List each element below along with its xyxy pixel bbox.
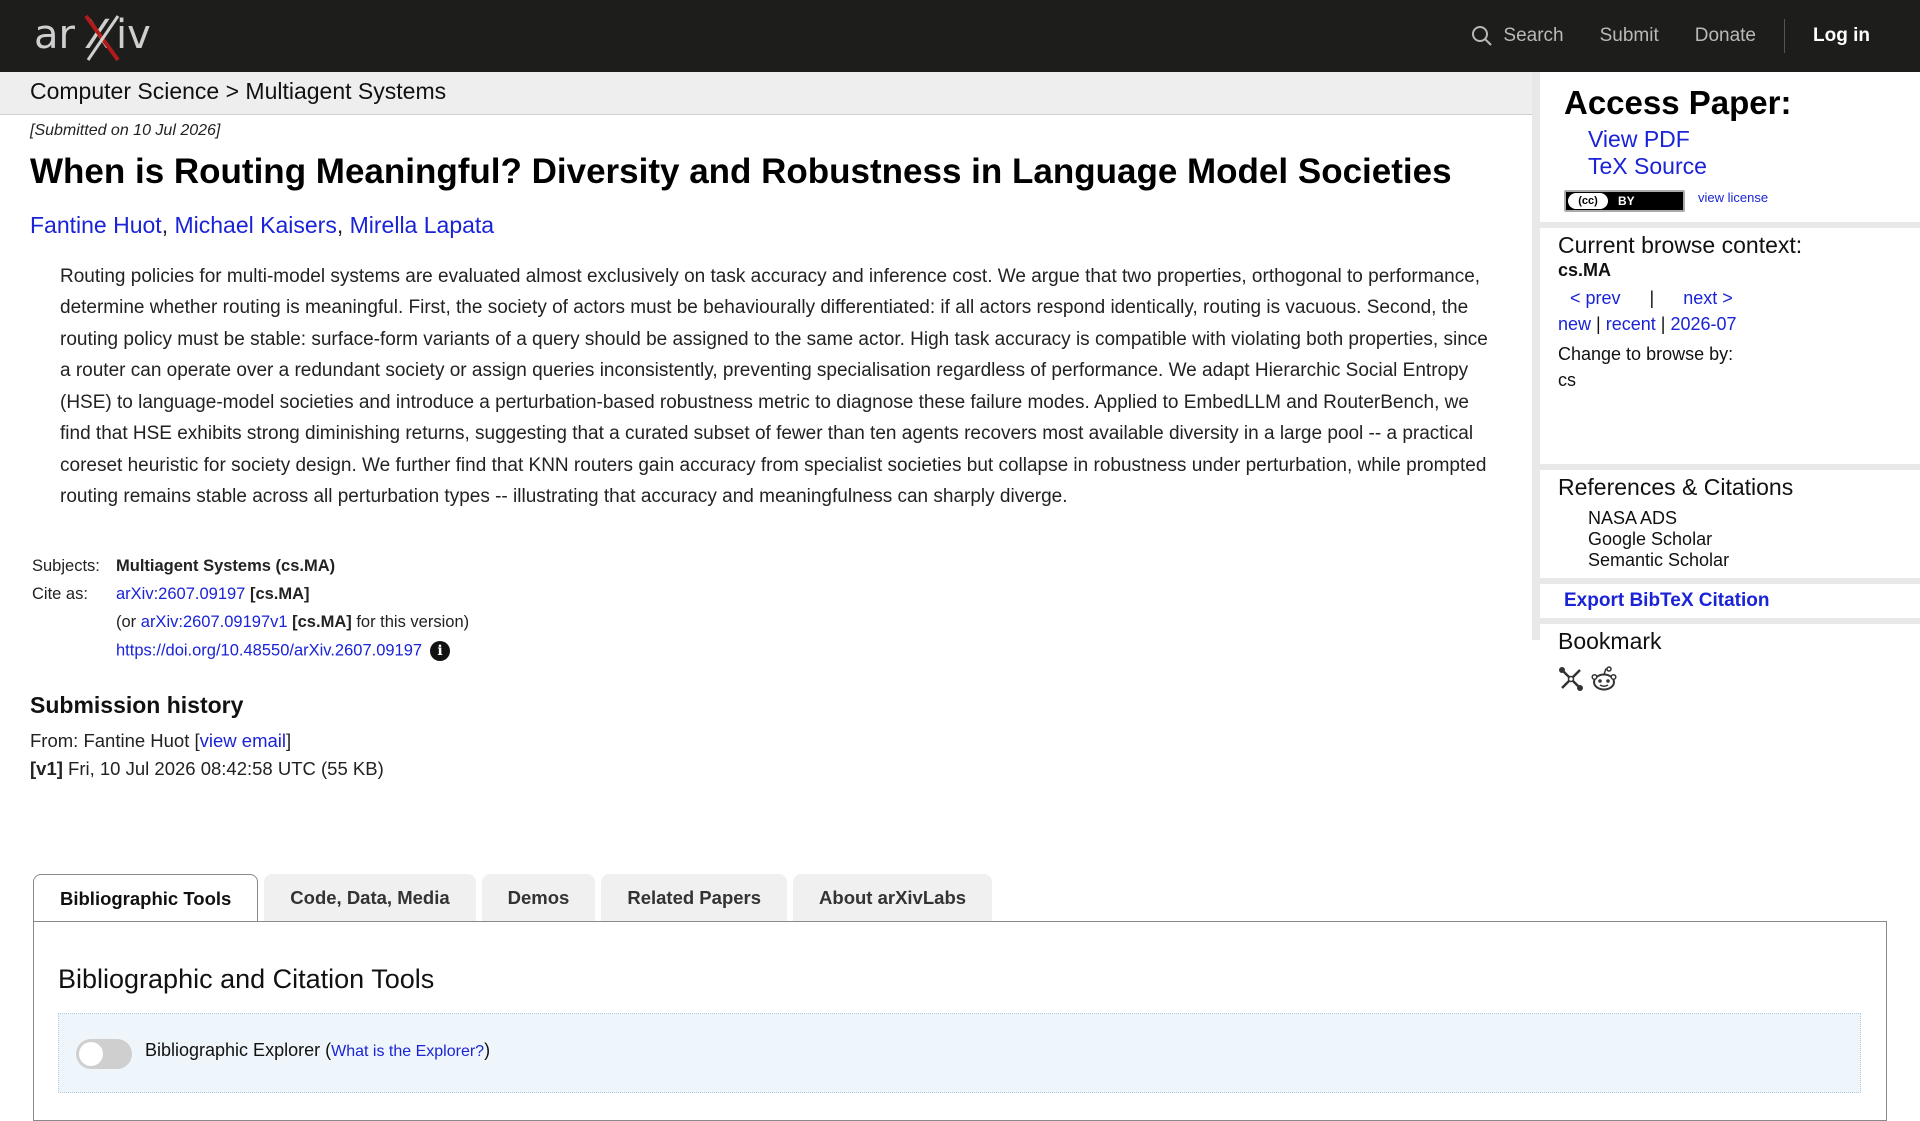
- version-line: [v1] Fri, 10 Jul 2026 08:42:58 UTC (55 K…: [30, 755, 1480, 783]
- labs-tabs: Bibliographic Tools Code, Data, Media De…: [33, 874, 998, 923]
- cite-id-link[interactable]: arXiv:2607.09197: [116, 585, 245, 603]
- submission-history-heading: Submission history: [30, 691, 244, 718]
- donate-link[interactable]: Donate: [1695, 25, 1756, 47]
- submit-link[interactable]: Submit: [1600, 25, 1659, 47]
- export-bibtex-link[interactable]: Export BibTeX Citation: [1564, 590, 1769, 612]
- doi-link[interactable]: https://doi.org/10.48550/arXiv.2607.0919…: [116, 641, 422, 659]
- login-link[interactable]: Log in: [1813, 25, 1870, 47]
- recent-link[interactable]: recent: [1606, 314, 1656, 334]
- main-content: [Submitted on 10 Jul 2026] When is Routi…: [30, 118, 1488, 783]
- new-link[interactable]: new: [1558, 314, 1591, 334]
- version-info: Fri, 10 Jul 2026 08:42:58 UTC (55 KB): [68, 757, 384, 779]
- breadcrumb[interactable]: Computer Science > Multiagent Systems: [30, 78, 446, 105]
- nasa-ads-link[interactable]: NASA ADS: [1588, 508, 1677, 529]
- version-cite: (or arXiv:2607.09197v1 [cs.MA] for this …: [116, 612, 470, 631]
- tab-bibliographic-tools[interactable]: Bibliographic Tools: [33, 874, 259, 923]
- submission-history: From: Fantine Huot [view email] [v1] Fri…: [30, 727, 1480, 783]
- author-list: Fantine Huot, Michael Kaisers, Mirella L…: [30, 211, 495, 238]
- svg-text:ar: ar: [34, 12, 76, 58]
- view-pdf-link[interactable]: View PDF: [1588, 126, 1690, 153]
- cc-icon: (cc): [1568, 193, 1608, 209]
- month-link[interactable]: 2026-07: [1671, 314, 1737, 334]
- tex-source-link[interactable]: TeX Source: [1588, 153, 1707, 180]
- tab-panel: Bibliographic and Citation Tools Bibliog…: [33, 921, 1887, 1121]
- explorer-label: Bibliographic Explorer (What is the Expl…: [145, 1040, 491, 1060]
- browse-context-value: cs.MA: [1558, 260, 1612, 280]
- browse-cs-link[interactable]: cs: [1558, 370, 1576, 391]
- info-icon[interactable]: i: [430, 640, 451, 661]
- top-nav: Search Submit Donate Log in: [1435, 0, 1870, 72]
- cite-label: Cite as:: [32, 584, 88, 603]
- arxiv-logo[interactable]: ar X iv: [32, 8, 172, 64]
- version-id-link[interactable]: arXiv:2607.09197v1: [141, 613, 288, 631]
- by-icon: BY: [1618, 194, 1635, 208]
- references-heading: References & Citations: [1558, 474, 1794, 500]
- breadcrumb-band: Computer Science > Multiagent Systems: [0, 72, 1532, 115]
- bookmark-box: Bookmark: [1540, 624, 1920, 698]
- view-license-link[interactable]: view license: [1698, 190, 1768, 205]
- paper-metadata: Subjects: Multiagent Systems (cs.MA) Cit…: [30, 553, 1480, 666]
- subjects-value: Multiagent Systems (cs.MA): [116, 556, 336, 575]
- tab-about-arxivlabs[interactable]: About arXivLabs: [793, 874, 993, 922]
- sidebar: Access Paper: View PDF TeX Source (cc) B…: [1532, 72, 1920, 698]
- tab-related-papers[interactable]: Related Papers: [601, 874, 788, 922]
- semantic-scholar-link[interactable]: Semantic Scholar: [1588, 550, 1729, 571]
- reddit-icon[interactable]: [1590, 666, 1618, 692]
- what-is-explorer-link[interactable]: What is the Explorer?: [331, 1043, 484, 1060]
- tab-demos[interactable]: Demos: [481, 874, 596, 922]
- search-link[interactable]: Search: [1471, 25, 1564, 47]
- abstract-text: Routing policies for multi-model systems…: [60, 265, 1488, 508]
- toggle-knob: [79, 1042, 103, 1066]
- doi-row: https://doi.org/10.48550/arXiv.2607.0919…: [114, 637, 475, 666]
- explorer-box: Bibliographic Explorer (What is the Expl…: [58, 1013, 1861, 1093]
- access-paper-heading: Access Paper:: [1564, 84, 1792, 121]
- submission-date: [Submitted on 10 Jul 2026]: [30, 122, 221, 139]
- prev-link[interactable]: < prev: [1570, 288, 1621, 308]
- change-browse-label: Change to browse by:: [1558, 344, 1734, 364]
- author-link[interactable]: Michael Kaisers: [174, 212, 336, 238]
- paper-title: When is Routing Meaningful? Diversity an…: [30, 152, 1452, 191]
- view-email-link[interactable]: view email: [200, 730, 286, 751]
- cc-by-license-badge[interactable]: (cc) BY: [1564, 190, 1685, 212]
- next-link[interactable]: next >: [1683, 288, 1733, 308]
- bookmark-icons: [1558, 666, 1624, 692]
- subjects-label: Subjects:: [32, 556, 100, 575]
- references-box: References & Citations NASA ADS Google S…: [1540, 470, 1920, 578]
- top-header: ar X iv Search Submit Donate Log in: [0, 0, 1920, 72]
- google-scholar-link[interactable]: Google Scholar: [1588, 529, 1712, 550]
- tab-code-data-media[interactable]: Code, Data, Media: [264, 874, 476, 922]
- author-link[interactable]: Fantine Huot: [30, 212, 162, 238]
- browse-context-box: Current browse context: cs.MA < prev | n…: [1540, 228, 1920, 464]
- cite-category: [cs.MA]: [249, 584, 310, 603]
- submitter-line: From: Fantine Huot [view email]: [30, 729, 292, 751]
- panel-heading: Bibliographic and Citation Tools: [58, 964, 435, 994]
- bibsonomy-icon[interactable]: [1558, 666, 1584, 692]
- access-paper-box: Access Paper: View PDF TeX Source (cc) B…: [1540, 72, 1920, 222]
- bookmark-heading: Bookmark: [1558, 628, 1662, 654]
- version-tag[interactable]: [v1]: [30, 758, 63, 779]
- prev-next-row: < prev | next >: [1570, 288, 1733, 308]
- browse-context-heading: Current browse context:: [1558, 232, 1803, 258]
- search-icon: [1472, 26, 1493, 46]
- cite-value: arXiv:2607.09197 [cs.MA]: [114, 581, 475, 609]
- browse-links-row: new | recent | 2026-07: [1558, 314, 1737, 334]
- search-label: Search: [1503, 25, 1564, 46]
- author-link[interactable]: Mirella Lapata: [350, 212, 494, 238]
- nav-divider: [1784, 19, 1786, 53]
- explorer-toggle[interactable]: [76, 1039, 132, 1069]
- svg-text:iv: iv: [116, 12, 151, 58]
- export-box: Export BibTeX Citation: [1540, 584, 1920, 618]
